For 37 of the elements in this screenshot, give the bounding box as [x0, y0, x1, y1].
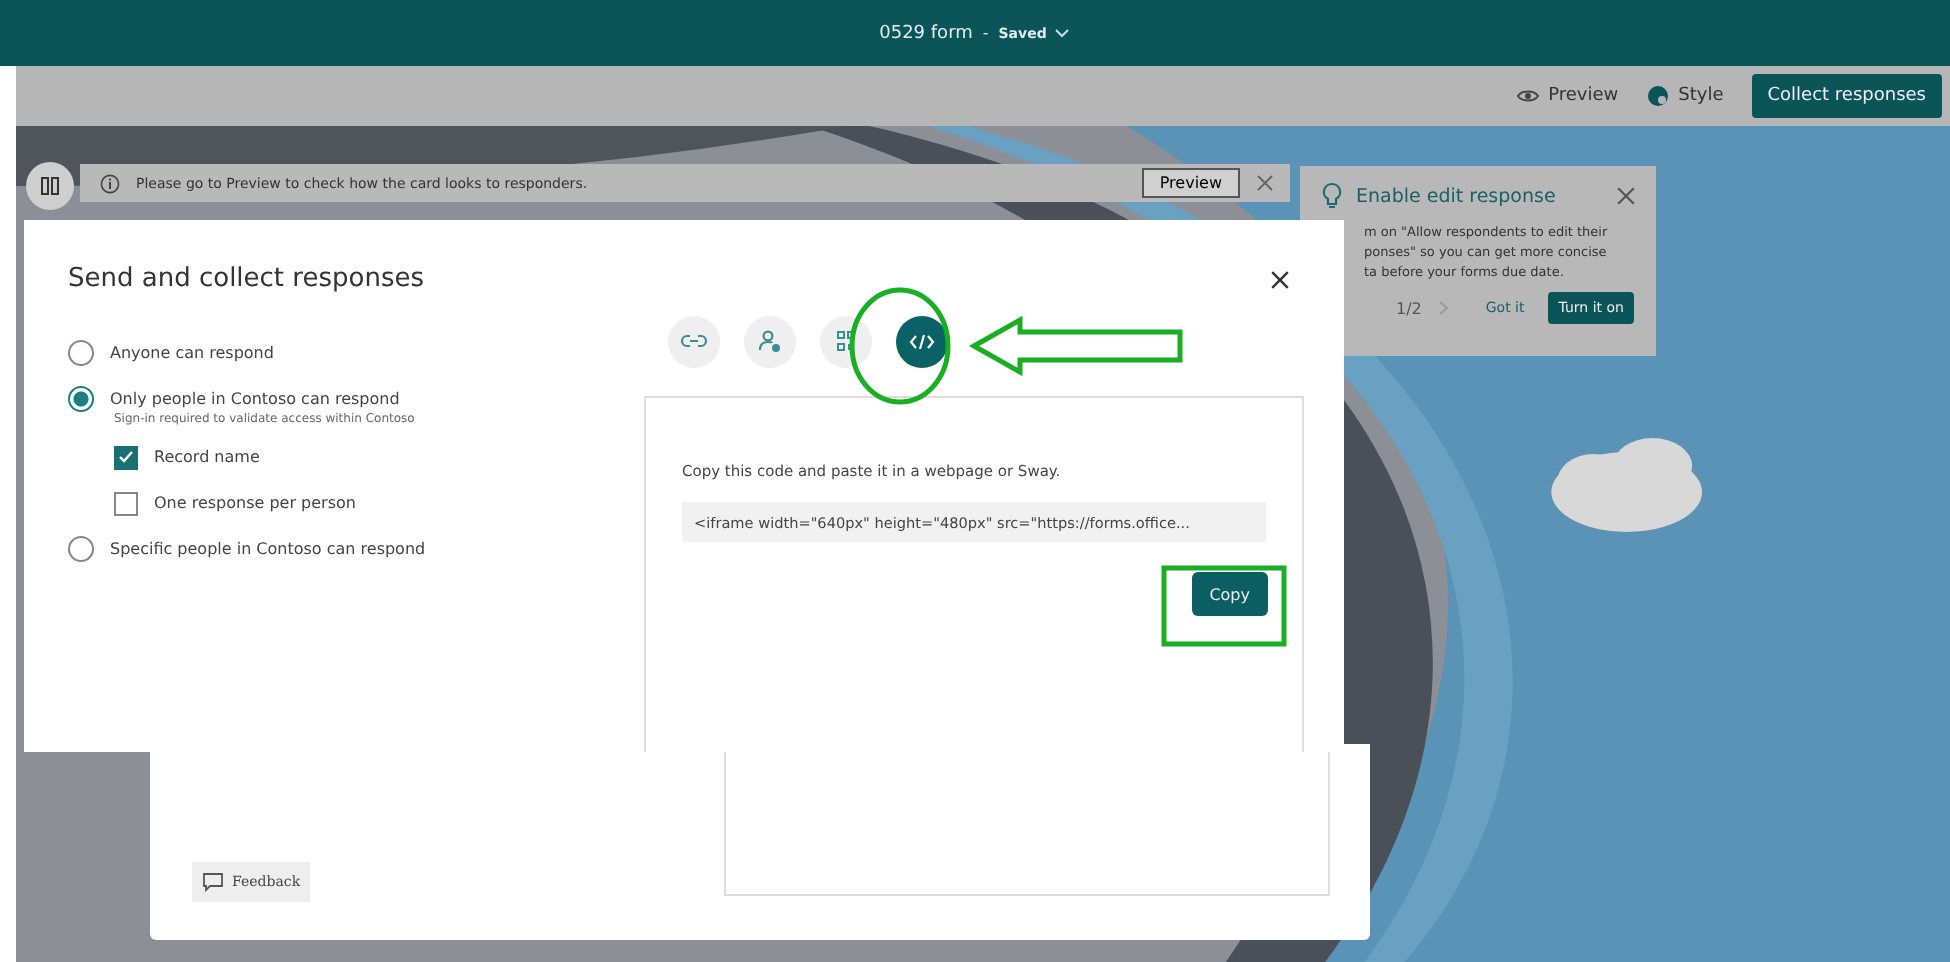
checkbox[interactable] — [114, 445, 138, 469]
copy-button[interactable]: Copy — [1191, 572, 1268, 616]
style-button[interactable]: Style — [1646, 84, 1724, 108]
form-title: 0529 form — [879, 23, 973, 43]
eye-icon — [1516, 88, 1541, 104]
share-tab[interactable] — [668, 316, 720, 368]
close-icon — [1616, 186, 1636, 206]
highlight-rectangle — [1161, 565, 1287, 647]
chevron-down-icon — [1054, 27, 1071, 39]
separator-dash: - — [982, 24, 989, 42]
checkbox-label: Record name — [154, 448, 260, 466]
radio-button[interactable] — [68, 386, 94, 412]
palette-icon — [1646, 84, 1671, 108]
option-label: Anyone can respond — [110, 344, 274, 362]
close-button[interactable] — [1270, 270, 1290, 290]
highlight-circle — [849, 287, 951, 405]
option-label: Specific people in Contoso can respond — [110, 540, 426, 558]
popup-title: Enable edit response — [1356, 185, 1558, 207]
person-icon — [756, 328, 784, 356]
collect-responses-button[interactable]: Collect responses — [1751, 74, 1942, 118]
radio-button[interactable] — [68, 536, 94, 562]
info-icon — [100, 173, 120, 193]
share-tab[interactable] — [896, 316, 948, 368]
lightbulb-icon — [1320, 182, 1344, 210]
radio-button[interactable] — [68, 340, 94, 366]
share-tab[interactable] — [744, 316, 796, 368]
speech-bubble-icon — [202, 872, 224, 892]
option-label: Only people in Contoso can respond — [110, 390, 400, 408]
checkbox-label: One response per person — [154, 494, 356, 512]
checkbox[interactable] — [114, 491, 138, 515]
preview-button[interactable]: Preview — [1516, 86, 1619, 106]
dialog-title: Send and collect responses — [68, 264, 426, 294]
close-icon — [1256, 174, 1274, 192]
grid-icon — [40, 176, 60, 196]
page-counter: 1/2 — [1396, 299, 1422, 317]
close-icon — [1270, 270, 1290, 290]
preview-button[interactable]: Preview — [1141, 168, 1240, 198]
